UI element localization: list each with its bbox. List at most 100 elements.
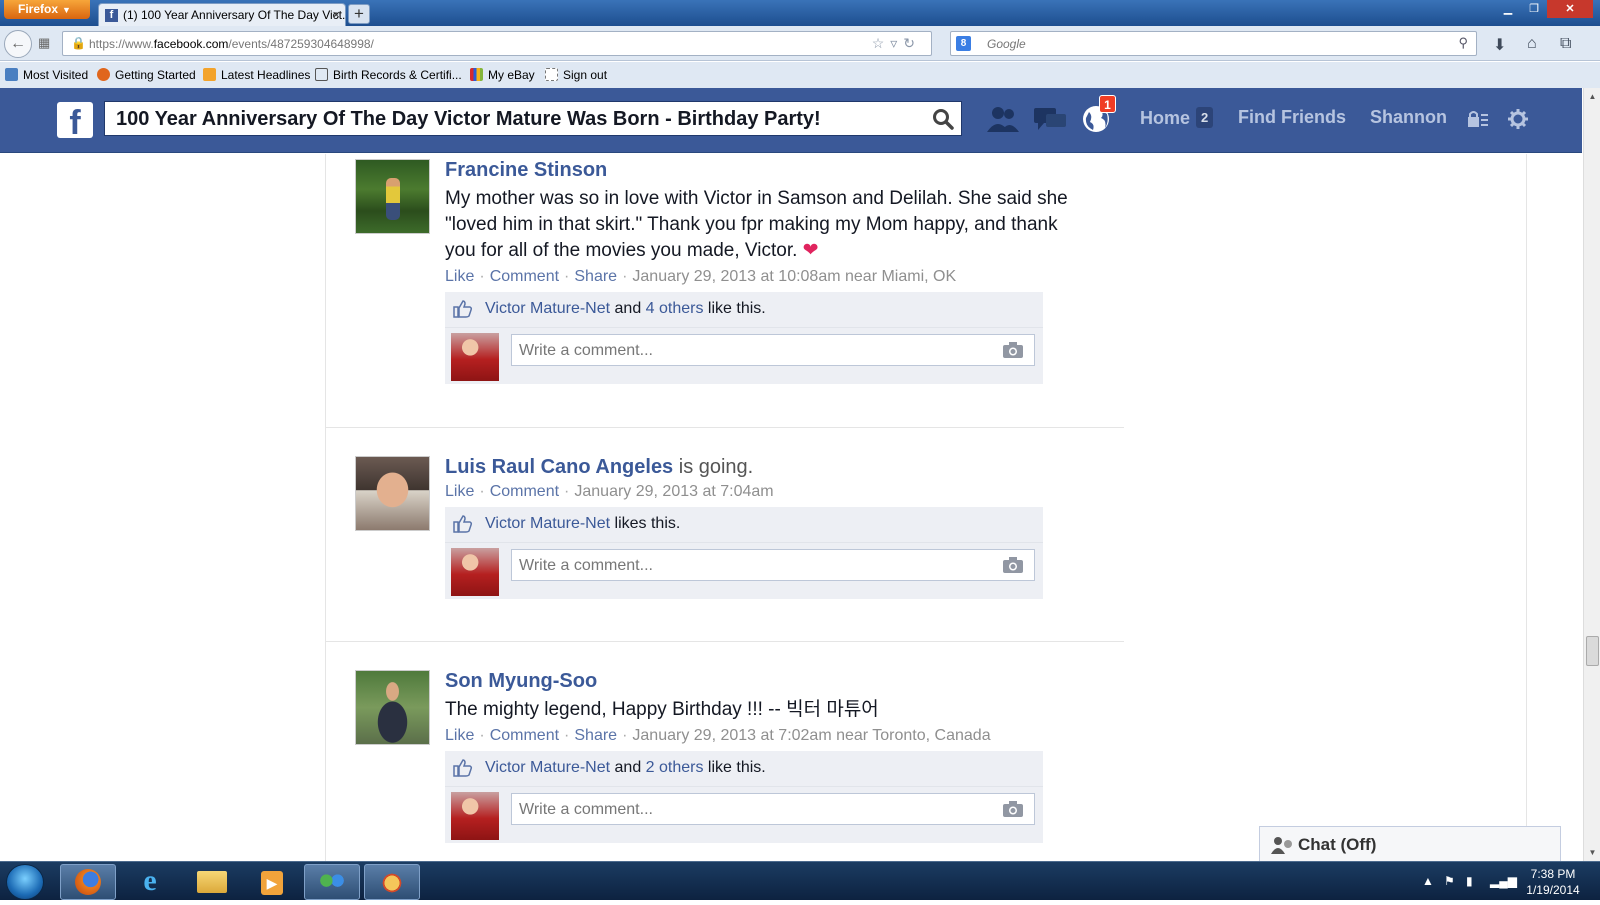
thumbs-up-icon: [453, 300, 473, 318]
like-link[interactable]: Like: [445, 727, 474, 744]
home-icon[interactable]: ⌂: [1527, 35, 1537, 53]
likes-summary: Victor Mature-Net and 2 others like this…: [445, 751, 1043, 786]
history-icon[interactable]: ▦: [38, 35, 50, 51]
likes-others-link[interactable]: 4 others: [646, 300, 704, 317]
addon-bar-icon[interactable]: ⧉: [1560, 35, 1571, 53]
liker-name-link[interactable]: Victor Mature-Net: [485, 759, 610, 776]
bookmark-star-icon[interactable]: ☆▿↻: [872, 35, 921, 52]
firefox-menu-button[interactable]: Firefox ▼: [4, 0, 90, 19]
new-tab-button[interactable]: +: [348, 4, 370, 24]
windows-start-button[interactable]: [6, 864, 44, 900]
bookmark-most-visited[interactable]: Most Visited: [5, 68, 88, 82]
search-icon[interactable]: ⚲: [1458, 35, 1468, 51]
taskbar-file-explorer-icon[interactable]: [184, 864, 240, 900]
bookmark-latest-headlines[interactable]: Latest Headlines: [203, 68, 310, 82]
firefox-icon: [97, 68, 110, 81]
facebook-search-input[interactable]: 100 Year Anniversary Of The Day Victor M…: [104, 101, 962, 136]
action-center-flag-icon[interactable]: ⚑: [1444, 874, 1455, 888]
nav-home-link[interactable]: Home 2: [1140, 107, 1214, 129]
likes-others-link[interactable]: 2 others: [646, 759, 704, 776]
nav-find-friends-link[interactable]: Find Friends: [1238, 107, 1346, 128]
scroll-up-arrow-icon[interactable]: ▲: [1586, 90, 1599, 103]
network-signal-icon[interactable]: ▂▄▆: [1490, 874, 1517, 888]
share-link[interactable]: Share: [574, 268, 617, 285]
privacy-shortcuts-icon[interactable]: [1467, 110, 1489, 128]
comment-link[interactable]: Comment: [490, 483, 559, 500]
comment-input[interactable]: Write a comment...: [511, 793, 1035, 825]
liker-name-link[interactable]: Victor Mature-Net: [485, 300, 610, 317]
chat-toggle[interactable]: Chat (Off): [1259, 826, 1561, 862]
address-bar[interactable]: 🔒 https://www.facebook.com/events/487259…: [62, 31, 932, 56]
close-tab-icon[interactable]: ×: [332, 7, 340, 22]
taskbar-paint-app-icon[interactable]: [364, 864, 420, 900]
column-divider: [325, 154, 326, 861]
post-meta: Like · Comment · January 29, 2013 at 7:04am: [445, 483, 774, 500]
event-feed: Francine Stinson My mother was so in lov…: [0, 154, 1582, 861]
comment-composer: Write a comment...: [445, 327, 1043, 384]
bookmark-my-ebay[interactable]: My eBay: [470, 68, 535, 82]
camera-icon[interactable]: [1002, 556, 1024, 574]
author-name-link[interactable]: Luis Raul Cano Angeles: [445, 456, 673, 478]
likes-text: likes this.: [610, 515, 681, 532]
author-avatar[interactable]: [355, 670, 430, 745]
like-link[interactable]: Like: [445, 483, 474, 500]
comment-composer: Write a comment...: [445, 786, 1043, 843]
viewer-avatar[interactable]: [451, 792, 499, 840]
back-arrow-icon[interactable]: ←: [4, 30, 32, 58]
scroll-down-arrow-icon[interactable]: ▼: [1586, 846, 1599, 859]
author-avatar[interactable]: [355, 159, 430, 234]
browser-search-input[interactable]: 8 Google ⚲: [950, 31, 1477, 56]
messages-icon[interactable]: [1032, 104, 1068, 134]
browser-navbar: ← ▦ 🔒 https://www.facebook.com/events/48…: [0, 26, 1600, 61]
bookmark-label: Birth Records & Certifi...: [333, 68, 462, 82]
clock-time: 7:38 PM: [1530, 867, 1576, 881]
minimize-window-button[interactable]: ▁: [1495, 0, 1521, 18]
facebook-logo-icon[interactable]: f: [57, 102, 93, 138]
bookmark-sign-out[interactable]: Sign out: [545, 68, 607, 82]
share-link[interactable]: Share: [574, 727, 617, 744]
comment-link[interactable]: Comment: [490, 727, 559, 744]
post-timestamp[interactable]: January 29, 2013 at 7:04am: [574, 483, 773, 500]
author-name-link[interactable]: Francine Stinson: [445, 159, 607, 181]
scrollbar-thumb[interactable]: [1586, 636, 1599, 666]
close-window-button[interactable]: ✕: [1547, 0, 1593, 18]
bookmark-birth-records[interactable]: Birth Records & Certifi...: [315, 68, 462, 82]
bookmark-getting-started[interactable]: Getting Started: [97, 68, 196, 82]
viewer-avatar[interactable]: [451, 548, 499, 596]
post-header: Son Myung-Soo: [445, 670, 1085, 693]
comment-placeholder: Write a comment...: [519, 801, 653, 818]
post-timestamp[interactable]: January 29, 2013 at 10:08am near Miami, …: [632, 268, 956, 285]
bookmark-label: Latest Headlines: [221, 68, 311, 82]
camera-icon[interactable]: [1002, 800, 1024, 818]
taskbar-people-app-icon[interactable]: [304, 864, 360, 900]
google-engine-icon[interactable]: 8: [956, 36, 971, 51]
taskbar-media-player-icon[interactable]: ▶: [244, 864, 300, 900]
friend-requests-icon[interactable]: [985, 104, 1021, 134]
post-timestamp[interactable]: January 29, 2013 at 7:02am near Toronto,…: [632, 727, 990, 744]
settings-gear-icon[interactable]: [1508, 109, 1528, 129]
comment-input[interactable]: Write a comment...: [511, 334, 1035, 366]
camera-icon[interactable]: [1002, 341, 1024, 359]
likes-text-end: like this.: [703, 300, 766, 317]
show-hidden-icons-arrow-icon[interactable]: ▲: [1422, 874, 1434, 888]
chat-label: Chat (Off): [1298, 835, 1377, 854]
bookmark-label: Getting Started: [115, 68, 196, 82]
comment-input[interactable]: Write a comment...: [511, 549, 1035, 581]
liker-name-link[interactable]: Victor Mature-Net: [485, 515, 610, 532]
author-name-link[interactable]: Son Myung-Soo: [445, 670, 597, 692]
maximize-window-button[interactable]: ❐: [1521, 0, 1547, 18]
taskbar-firefox-icon[interactable]: [60, 864, 116, 900]
nav-profile-link[interactable]: Shannon: [1370, 107, 1447, 128]
author-avatar[interactable]: [355, 456, 430, 531]
viewer-avatar[interactable]: [451, 333, 499, 381]
search-icon[interactable]: [931, 107, 955, 131]
system-clock[interactable]: 7:38 PM 1/19/2014: [1518, 866, 1588, 898]
page-scrollbar[interactable]: ▲ ▼: [1583, 88, 1600, 861]
browser-tab[interactable]: f (1) 100 Year Anniversary Of The Day Vi…: [98, 3, 346, 26]
like-link[interactable]: Like: [445, 268, 474, 285]
taskbar-internet-explorer-icon[interactable]: e: [122, 864, 178, 900]
download-icon[interactable]: ⬇: [1493, 35, 1506, 55]
power-icon[interactable]: ▮: [1466, 874, 1473, 888]
comment-link[interactable]: Comment: [490, 268, 559, 285]
avatar-figure: [386, 178, 400, 220]
